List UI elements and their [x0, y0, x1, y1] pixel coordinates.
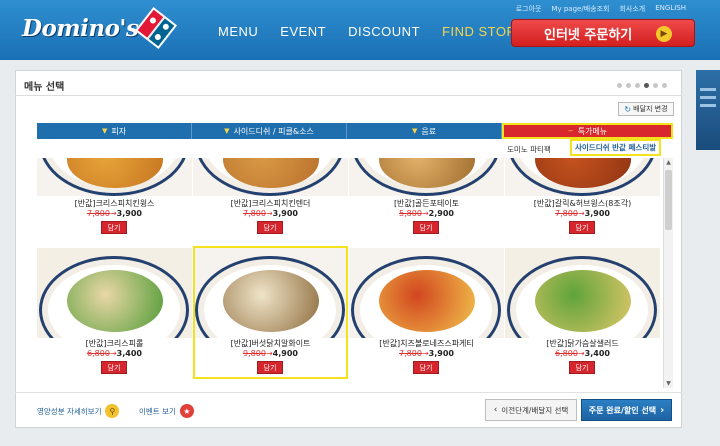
complete-order-label: 주문 완료/할인 선택: [588, 405, 657, 415]
product-image[interactable]: [349, 248, 504, 338]
nav-discount[interactable]: DISCOUNT: [348, 24, 420, 39]
mypage-link[interactable]: My page/배송조회: [551, 4, 609, 14]
scrollbar-thumb[interactable]: [665, 170, 672, 230]
company-link[interactable]: 회사소개: [619, 4, 645, 14]
magnifier-icon: ⚲: [105, 404, 120, 418]
original-price: 6,800: [87, 349, 110, 358]
add-to-cart-button[interactable]: 담기: [257, 361, 283, 374]
product-card[interactable]: [반값]버섯닭치알화이트 9,800→4,900 담기: [193, 158, 348, 388]
footer-divider: [15, 392, 682, 393]
tab-special-menu[interactable]: − 특가메뉴: [502, 123, 673, 139]
add-to-cart-button[interactable]: 담기: [101, 361, 127, 374]
product-card[interactable]: [반값]닭가슴살샐러드 6,800→3,400 담기: [505, 158, 660, 388]
refresh-icon: ↻: [624, 104, 632, 114]
chevron-right-icon: ›: [660, 404, 665, 416]
product-name: [반값]버섯닭치알화이트: [230, 339, 311, 348]
product-name: [반값]닭가슴살샐러드: [546, 339, 619, 348]
carousel-indicator: [617, 83, 667, 88]
previous-step-label: 이전단계/배달지 선택: [501, 405, 569, 415]
event-link-label: 이벤트 보기: [139, 406, 176, 416]
carousel-dot[interactable]: [617, 83, 622, 88]
product-price: 6,800→3,400: [505, 349, 660, 358]
nav-event[interactable]: EVENT: [280, 24, 326, 39]
add-to-cart-button[interactable]: 담기: [569, 361, 595, 374]
arrow-right-icon: →: [577, 349, 585, 358]
sale-price: 3,400: [584, 349, 610, 358]
product-card[interactable]: [반값]크리스피롤 6,800→3,400 담기: [37, 158, 192, 388]
main-nav: MENU EVENT DISCOUNT FIND STORE: [218, 24, 526, 39]
arrow-right-icon: →: [421, 349, 429, 358]
subtab-party-pack[interactable]: 도미노 파티팩: [507, 144, 551, 155]
title-divider: [15, 95, 682, 96]
sale-price: 3,400: [116, 349, 142, 358]
change-address-button[interactable]: ↻ 배달지 변경: [618, 102, 674, 116]
product-image[interactable]: [505, 248, 660, 338]
online-order-label: 인터넷 주문하기: [544, 27, 633, 43]
scroll-down-icon[interactable]: ▼: [664, 379, 673, 388]
arrow-right-icon: →: [265, 349, 273, 358]
chevron-down-icon: ▼: [224, 127, 230, 135]
site-header: Domino's 로그아웃 My page/배송조회 회사소개 ENGLISH …: [0, 0, 720, 60]
collapse-dash-icon: −: [567, 127, 574, 135]
tab-side-dish-label: 사이드디쉬 / 피클&소스: [233, 126, 314, 136]
nutrition-link[interactable]: 영양성분 자세히보기 ⚲: [37, 404, 120, 418]
product-price: 6,800→3,400: [37, 349, 192, 358]
carousel-dot[interactable]: [626, 83, 631, 88]
logout-link[interactable]: 로그아웃: [516, 4, 542, 14]
arrow-right-icon: →: [109, 349, 117, 358]
nutrition-link-label: 영양성분 자세히보기: [37, 406, 102, 416]
add-to-cart-button[interactable]: 담기: [413, 361, 439, 374]
carousel-dot[interactable]: [644, 83, 649, 88]
english-link[interactable]: ENGLISH: [655, 4, 686, 14]
event-link[interactable]: 이벤트 보기 ★: [139, 404, 194, 418]
page-title: 메뉴 선택: [24, 82, 65, 93]
dominos-logo[interactable]: Domino's: [22, 6, 178, 50]
product-name: [반값]크리스피롤: [85, 339, 144, 348]
utility-links: 로그아웃 My page/배송조회 회사소개 ENGLISH: [516, 4, 686, 14]
grid-scrollbar[interactable]: ▲ ▼: [663, 158, 673, 388]
chevron-left-icon: ‹: [493, 405, 498, 415]
scroll-up-icon[interactable]: ▲: [664, 158, 673, 167]
product-card[interactable]: [반값]치즈볼로네즈스파게티 7,800→3,900 담기: [349, 158, 504, 388]
original-price: 9,800: [243, 349, 266, 358]
sale-price: 4,900: [272, 349, 298, 358]
carousel-dot[interactable]: [635, 83, 640, 88]
product-image[interactable]: [193, 248, 348, 338]
star-icon: ★: [179, 404, 194, 418]
product-grid: [반값]크리스피치킨윙스 7,800→3,900 담기 [반값]크리스피치킨텐더 7,8…: [37, 158, 660, 388]
previous-step-button[interactable]: ‹ 이전단계/배달지 선택: [485, 399, 577, 421]
side-banner[interactable]: [696, 70, 720, 150]
tab-side-dish[interactable]: ▼ 사이드디쉬 / 피클&소스: [192, 123, 347, 139]
product-price: 9,800→4,900: [193, 349, 348, 358]
tab-beverage[interactable]: ▼ 음료: [347, 123, 502, 139]
product-price: 7,800→3,900: [349, 349, 504, 358]
carousel-dot[interactable]: [662, 83, 667, 88]
product-image[interactable]: [37, 248, 192, 338]
carousel-dot[interactable]: [653, 83, 658, 88]
complete-order-button[interactable]: 주문 완료/할인 선택 ›: [581, 399, 672, 421]
original-price: 7,800: [399, 349, 422, 358]
arrow-right-icon: ▶: [656, 26, 672, 42]
nav-menu[interactable]: MENU: [218, 24, 258, 39]
change-address-label: 배달지 변경: [633, 105, 668, 113]
domino-tile-icon: [135, 6, 178, 50]
tab-pizza-label: 피자: [111, 126, 127, 136]
online-order-button[interactable]: 인터넷 주문하기 ▶: [511, 19, 695, 47]
tab-pizza[interactable]: ▼ 피자: [37, 123, 192, 139]
product-name: [반값]치즈볼로네즈스파게티: [379, 339, 474, 348]
sale-price: 3,900: [428, 349, 454, 358]
subtab-side-half-price[interactable]: 사이드디쉬 반값 페스티발: [570, 139, 662, 156]
chevron-down-icon: ▼: [101, 127, 108, 135]
tab-special-label: 특가메뉴: [577, 126, 608, 136]
original-price: 6,800: [555, 349, 578, 358]
chevron-down-icon: ▼: [411, 127, 418, 135]
logo-text: Domino's: [22, 14, 139, 42]
tab-beverage-label: 음료: [421, 126, 437, 136]
category-bar: ▼ 피자 ▼ 사이드디쉬 / 피클&소스 ▼ 음료 − 특가메뉴: [37, 123, 673, 139]
